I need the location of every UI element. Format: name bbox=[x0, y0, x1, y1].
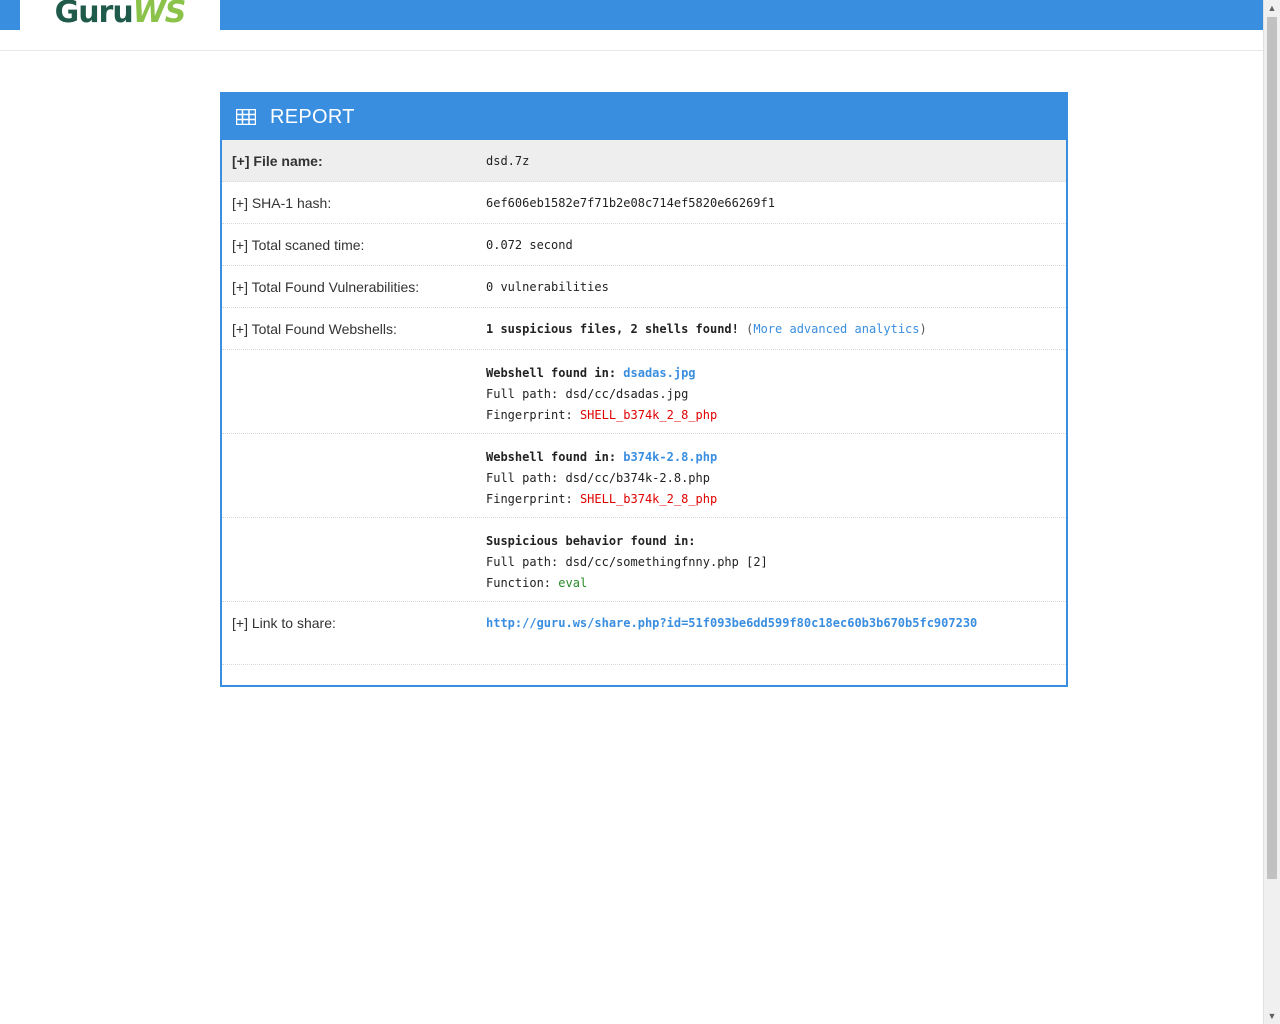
vulnerabilities-label: [+] Total Found Vulnerabilities: bbox=[232, 278, 420, 295]
file-name-label: [+] File name: bbox=[232, 152, 323, 169]
suspicious-function: eval bbox=[558, 576, 588, 590]
webshells-value: 1 suspicious files, 2 shells found! (Mor… bbox=[486, 322, 1066, 336]
share-value: http://guru.ws/share.php?id=51f093be6dd5… bbox=[486, 616, 1066, 630]
table-icon bbox=[236, 109, 256, 125]
sha1-value: 6ef606eb1582e7f71b2e08c714ef5820e66269f1 bbox=[486, 195, 775, 210]
finding-path-label: Full path: bbox=[486, 471, 559, 485]
scan-time-label: [+] Total scaned time: bbox=[232, 236, 365, 253]
site-logo[interactable]: GuruWS bbox=[20, 0, 220, 30]
vertical-scrollbar[interactable]: ▲ ▼ bbox=[1263, 0, 1280, 1024]
webshells-row: [+] Total Found Webshells: 1 suspicious … bbox=[222, 308, 1066, 350]
finding-details: Webshell found in: b374k-2.8.php Full pa… bbox=[486, 434, 1066, 517]
share-link[interactable]: http://guru.ws/share.php?id=51f093be6dd5… bbox=[486, 616, 977, 630]
file-name-row: [+] File name: dsd.7z bbox=[222, 140, 1066, 182]
report-panel: REPORT [+] File name: dsd.7z [+] SHA-1 h… bbox=[220, 92, 1068, 687]
logo-text: GuruWS bbox=[54, 0, 187, 30]
suspicious-path-label: Full path: bbox=[486, 555, 559, 569]
suspicious-count: [2] bbox=[746, 555, 768, 569]
report-title: REPORT bbox=[270, 105, 355, 128]
suspicious-details: Suspicious behavior found in: Full path:… bbox=[486, 518, 1066, 601]
file-name-value: dsd.7z bbox=[486, 153, 530, 168]
finding-details: Webshell found in: dsadas.jpg Full path:… bbox=[486, 350, 1066, 433]
finding-file-link[interactable]: dsadas.jpg bbox=[623, 366, 695, 380]
header-divider bbox=[0, 50, 1263, 51]
share-row: [+] Link to share: http://guru.ws/share.… bbox=[222, 602, 1066, 644]
finding-fingerprint: SHELL_b374k_2_8_php bbox=[579, 492, 718, 506]
webshells-label: [+] Total Found Webshells: bbox=[232, 320, 397, 337]
finding-fingerprint-label: Fingerprint: bbox=[486, 492, 573, 506]
panel-footer-divider bbox=[222, 644, 1066, 665]
report-header: REPORT bbox=[222, 94, 1066, 140]
suspicious-finding: Suspicious behavior found in: Full path:… bbox=[222, 518, 1066, 602]
scan-time-row: [+] Total scaned time: 0.072 second bbox=[222, 224, 1066, 266]
scrollbar-thumb[interactable] bbox=[1267, 17, 1277, 879]
finding-heading: Webshell found in: bbox=[486, 450, 617, 464]
finding-heading: Webshell found in: bbox=[486, 366, 617, 380]
webshells-summary: 1 suspicious files, 2 shells found! bbox=[486, 321, 739, 336]
finding-path: dsd/cc/b374k-2.8.php bbox=[565, 471, 710, 485]
finding-path-label: Full path: bbox=[486, 387, 559, 401]
scroll-up-arrow-icon[interactable]: ▲ bbox=[1264, 0, 1280, 16]
paren-close: ) bbox=[919, 321, 927, 336]
finding-fingerprint-label: Fingerprint: bbox=[486, 408, 573, 422]
advanced-analytics-link[interactable]: More advanced analytics bbox=[753, 322, 919, 336]
vulnerabilities-row: [+] Total Found Vulnerabilities: 0 vulne… bbox=[222, 266, 1066, 308]
webshell-finding-2: Webshell found in: b374k-2.8.php Full pa… bbox=[222, 434, 1066, 518]
sha1-label: [+] SHA-1 hash: bbox=[232, 194, 332, 211]
suspicious-path: dsd/cc/somethingfnny.php bbox=[565, 555, 739, 569]
scan-time-value: 0.072 second bbox=[486, 237, 573, 252]
scroll-down-arrow-icon[interactable]: ▼ bbox=[1264, 1008, 1280, 1024]
finding-fingerprint: SHELL_b374k_2_8_php bbox=[579, 408, 718, 422]
sha1-row: [+] SHA-1 hash: 6ef606eb1582e7f71b2e08c7… bbox=[222, 182, 1066, 224]
finding-file-link[interactable]: b374k-2.8.php bbox=[623, 450, 717, 464]
share-label: [+] Link to share: bbox=[232, 615, 336, 631]
finding-path: dsd/cc/dsadas.jpg bbox=[565, 387, 689, 401]
vulnerabilities-value: 0 vulnerabilities bbox=[486, 279, 609, 294]
suspicious-function-label: Function: bbox=[486, 576, 552, 590]
webshell-finding-1: Webshell found in: dsadas.jpg Full path:… bbox=[222, 350, 1066, 434]
suspicious-heading: Suspicious behavior found in: bbox=[486, 534, 696, 548]
